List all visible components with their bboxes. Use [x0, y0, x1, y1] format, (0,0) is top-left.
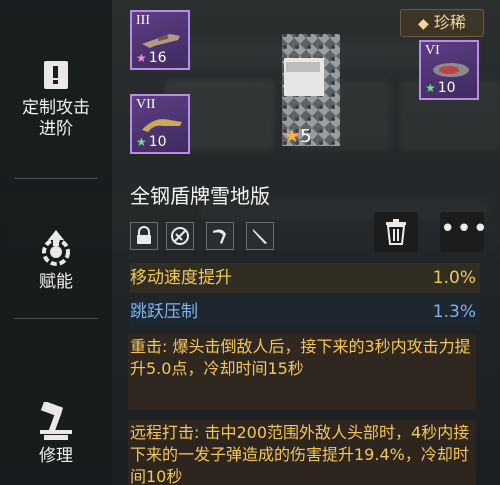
part-slot-iii[interactable]: III ★ 16: [130, 10, 190, 70]
stat-name: 跳跃压制: [130, 302, 198, 322]
document-alert-icon: [44, 61, 68, 89]
sidebar-item-empower[interactable]: 赋能: [0, 228, 112, 293]
part-slot-vii[interactable]: VII ★ 10: [130, 94, 190, 154]
melee-tag[interactable]: [206, 222, 234, 250]
part-slot-vi[interactable]: VI ★ 10: [419, 40, 479, 100]
more-button[interactable]: •••: [440, 212, 490, 252]
diamond-icon: ◆: [418, 16, 429, 32]
part-tier-label: III: [136, 13, 150, 28]
gear-arrow-icon: [42, 230, 70, 266]
rifle-part-icon: [142, 34, 180, 48]
compass-icon: [171, 227, 189, 245]
part-level: ★ 10: [136, 134, 167, 150]
part-tier-label: VI: [425, 43, 440, 58]
perk-description: 重击: 爆头击倒敌人后，接下来的3秒内攻击力提升5.0点，冷却时间15秒: [128, 334, 476, 410]
sickle-icon: [213, 229, 226, 244]
sidebar-item-label: 定制攻击 进阶: [22, 98, 90, 139]
stat-value: 1.0%: [432, 268, 476, 288]
stat-value: 1.3%: [432, 302, 476, 322]
lock-toggle[interactable]: [130, 222, 158, 250]
knife-tag[interactable]: [246, 222, 274, 250]
star-icon: ★: [284, 126, 301, 147]
knife-icon: [253, 229, 267, 244]
lock-icon: [137, 226, 151, 244]
sidebar-item-label: 赋能: [39, 272, 73, 292]
stat-row: 跳跃压制 1.3%: [130, 297, 480, 327]
item-image: ★5: [270, 32, 350, 152]
more-dots-icon: •••: [440, 214, 490, 244]
perk-description: 远程打击: 击中200范围外敌人头部时，4秒内接下来的一发子弹造成的伤害提升19…: [128, 420, 476, 485]
stat-name: 移动速度提升: [130, 268, 232, 288]
part-level: ★ 10: [425, 80, 456, 96]
sidebar: 定制攻击 进阶 赋能 修理: [0, 0, 112, 485]
part-tier-label: VII: [136, 97, 156, 112]
sidebar-item-custom-attack[interactable]: 定制攻击 进阶: [0, 58, 112, 140]
scope-part-icon: [142, 119, 182, 132]
trash-icon: [386, 219, 406, 245]
stat-row: 移动速度提升 1.0%: [130, 263, 480, 293]
sidebar-item-repair[interactable]: 修理: [0, 402, 112, 467]
sidebar-item-label: 修理: [39, 446, 73, 466]
hammer-icon: [40, 402, 72, 440]
compass-tag[interactable]: [166, 222, 194, 250]
delete-button[interactable]: [374, 212, 418, 252]
rarity-badge: ◆ 珍稀: [400, 9, 484, 37]
part-level: ★ 16: [136, 50, 167, 66]
muzzle-part-icon: [433, 63, 469, 77]
star-count: ★5: [284, 126, 312, 147]
item-name: 全钢盾牌雪地版: [130, 184, 270, 208]
